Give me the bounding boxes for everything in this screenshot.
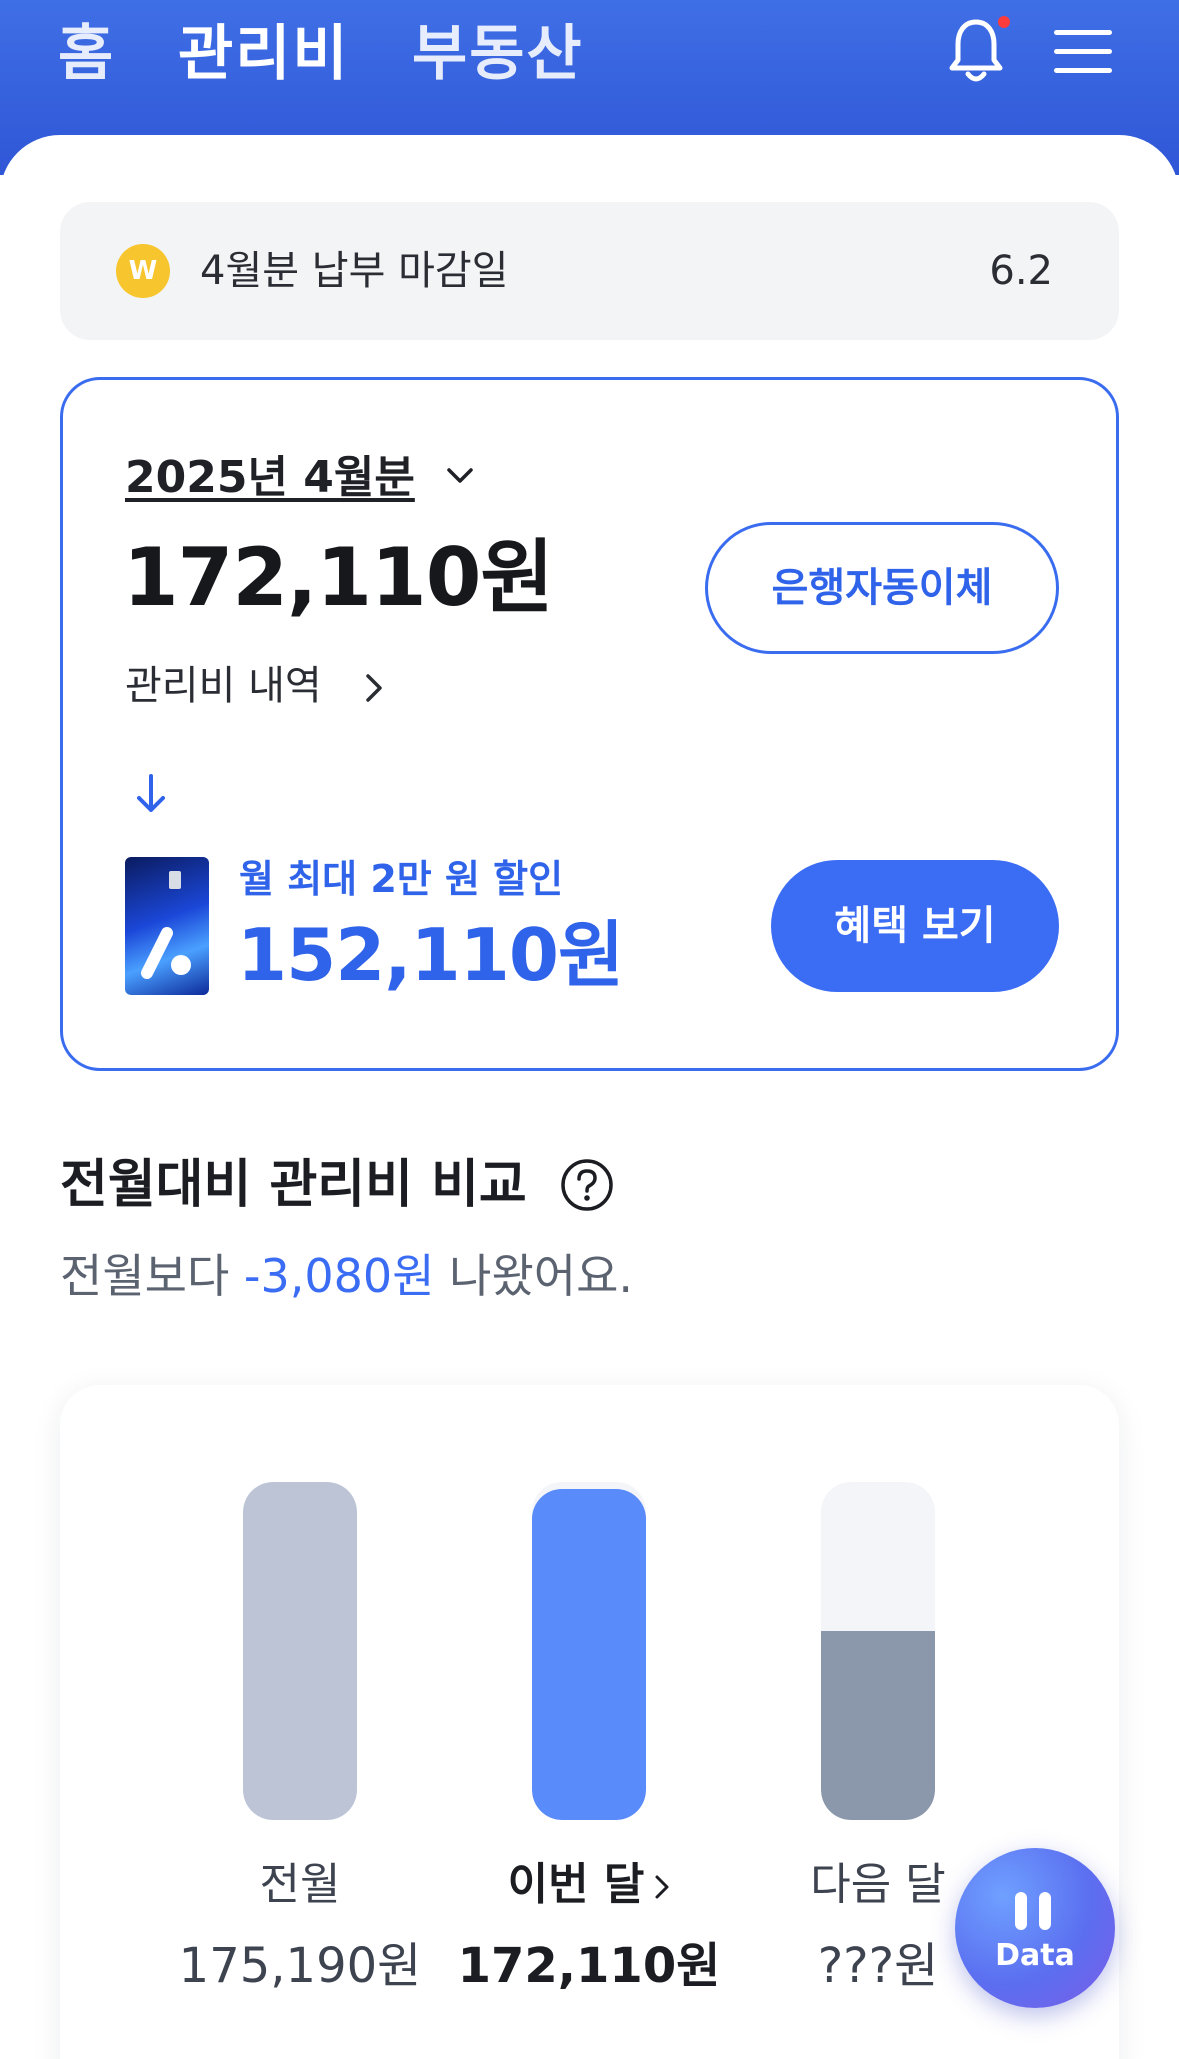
tab-home[interactable]: 홈 bbox=[58, 18, 115, 90]
bill-detail-link[interactable]: 관리비 내역 bbox=[125, 657, 322, 715]
bar-fill-next-month bbox=[821, 1631, 935, 1820]
label-this-month-text: 이번 달 bbox=[507, 1859, 645, 1910]
chevron-right-icon[interactable] bbox=[363, 671, 385, 705]
promo-amount: 152,110원 bbox=[237, 913, 624, 997]
help-icon[interactable] bbox=[560, 1158, 614, 1212]
bill-card: 2025년 4월분 172,110원 관리비 내역 은행자동이체 월 최대 2만… bbox=[60, 377, 1119, 1071]
bar-fill-previous-month bbox=[243, 1482, 357, 1820]
bar-this-month[interactable] bbox=[532, 1482, 646, 1820]
deadline-banner[interactable]: W 4월분 납부 마감일 6.2 bbox=[60, 202, 1119, 340]
bar-fill-this-month bbox=[532, 1489, 646, 1820]
tab-maintenance-fee[interactable]: 관리비 bbox=[178, 18, 350, 90]
deadline-date: 6.2 bbox=[989, 248, 1053, 294]
bar-previous-month bbox=[243, 1482, 357, 1820]
won-coin-icon: W bbox=[116, 244, 170, 298]
pause-bars-icon bbox=[1015, 1892, 1055, 1932]
label-this-month[interactable]: 이번 달 bbox=[459, 1855, 719, 1915]
arrow-down-icon bbox=[137, 774, 165, 812]
difference-amount: -3,080원 bbox=[243, 1249, 435, 1303]
bank-autopay-button[interactable]: 은행자동이체 bbox=[705, 522, 1059, 654]
bar-next-month bbox=[821, 1482, 935, 1820]
label-previous-month: 전월 bbox=[259, 1859, 341, 1910]
deadline-label: 4월분 납부 마감일 bbox=[200, 248, 509, 294]
promo-label: 월 최대 2만 원 할인 bbox=[239, 857, 564, 901]
comparison-title: 전월대비 관리비 비교 bbox=[60, 1155, 527, 1215]
menu-icon[interactable] bbox=[1054, 28, 1112, 76]
tab-real-estate[interactable]: 부동산 bbox=[412, 18, 584, 90]
data-fab-button[interactable]: Data bbox=[955, 1848, 1115, 2008]
chevron-down-icon[interactable] bbox=[445, 464, 475, 488]
value-previous-month: 175,190원 bbox=[178, 1938, 422, 1994]
bill-amount: 172,110원 bbox=[123, 531, 554, 624]
comparison-subtitle: 전월보다 -3,080원 나왔어요. bbox=[60, 1244, 633, 1308]
subtitle-prefix: 전월보다 bbox=[60, 1249, 244, 1303]
bell-icon[interactable] bbox=[946, 16, 1006, 86]
view-benefits-button[interactable]: 혜택 보기 bbox=[771, 860, 1059, 992]
subtitle-suffix: 나왔어요. bbox=[434, 1249, 634, 1303]
value-this-month: 172,110원 bbox=[457, 1938, 721, 1994]
notification-dot bbox=[998, 16, 1010, 28]
chevron-right-icon bbox=[655, 1875, 669, 1899]
period-selector[interactable]: 2025년 4월분 bbox=[125, 448, 415, 508]
credit-card-image bbox=[125, 857, 209, 995]
fab-label: Data bbox=[995, 1938, 1075, 1973]
